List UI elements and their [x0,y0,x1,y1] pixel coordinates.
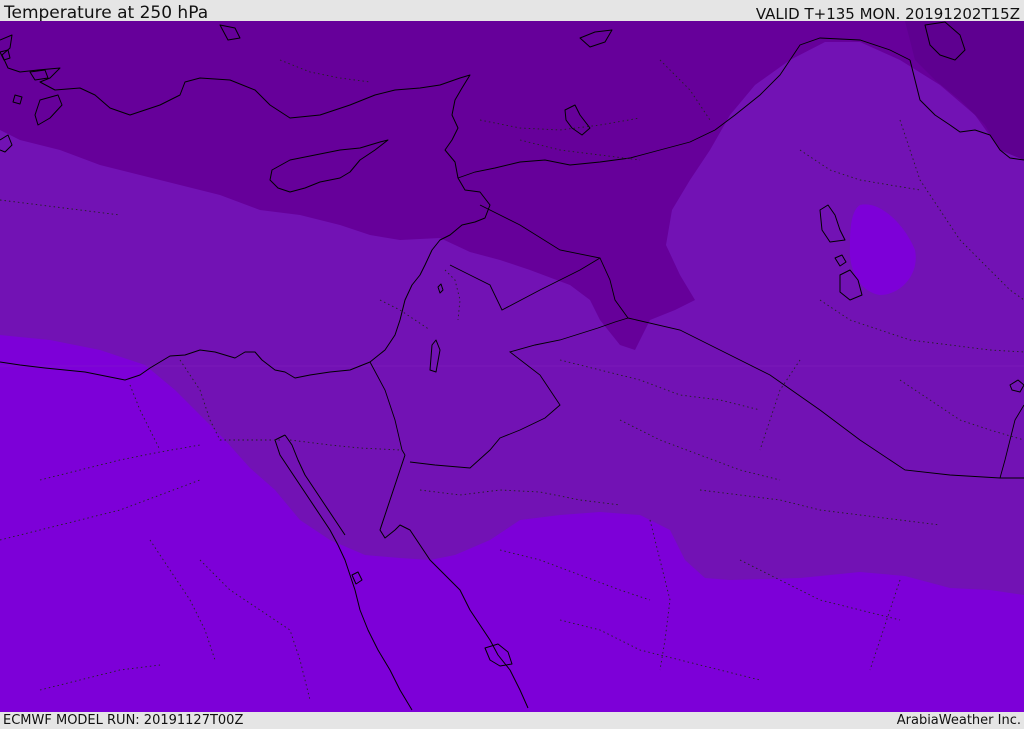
model-run-label: ECMWF MODEL RUN: 20191127T00Z [3,713,244,728]
map-figure: Temperature at 250 hPa VALID T+135 MON. … [0,0,1024,729]
header-bar: Temperature at 250 hPa VALID T+135 MON. … [0,0,1024,23]
footer-bar: ECMWF MODEL RUN: 20191127T00Z ArabiaWeat… [0,712,1024,729]
map-title: Temperature at 250 hPa [4,3,209,23]
credit-label: ArabiaWeather Inc. [896,713,1021,728]
temperature-map [0,21,1024,712]
